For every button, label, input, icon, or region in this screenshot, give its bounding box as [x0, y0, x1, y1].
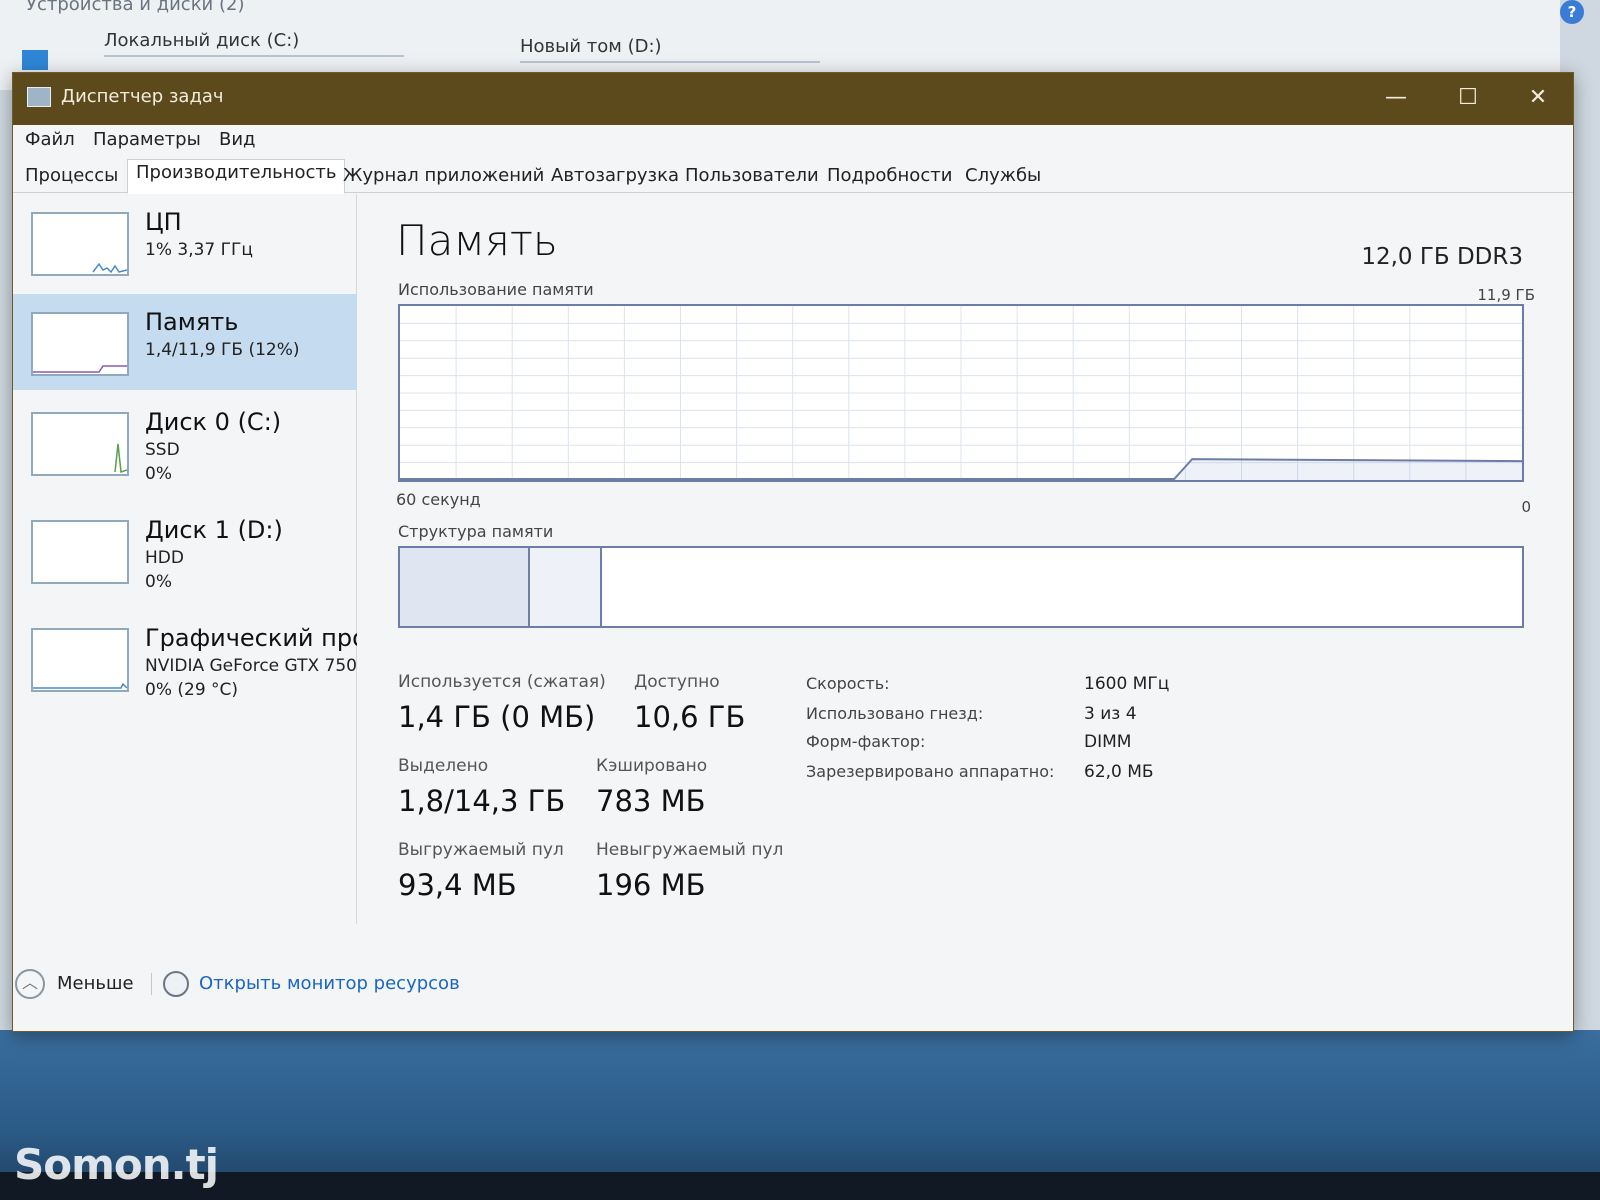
- usage-graph-label: Использование памяти: [398, 280, 594, 299]
- available-label: Доступно: [634, 672, 720, 692]
- sidebar-item-disk1[interactable]: Диск 1 (D:) HDD 0%: [13, 502, 357, 598]
- chevron-up-icon[interactable]: ︿: [15, 969, 45, 999]
- slots-label: Использовано гнезд:: [806, 704, 984, 723]
- menu-options[interactable]: Параметры: [93, 129, 201, 150]
- paged-pool-value: 93,4 МБ: [398, 868, 517, 902]
- windows-drive-icon: [22, 50, 48, 70]
- memory-usage-graph: [398, 304, 1524, 482]
- composition-in-use: [400, 548, 530, 626]
- page-title: Память: [396, 216, 558, 265]
- composition-standby: [530, 548, 602, 626]
- sidebar-item-memory[interactable]: Память 1,4/11,9 ГБ (12%): [13, 294, 357, 390]
- menu-bar: Файл Параметры Вид: [13, 125, 1573, 155]
- window-title: Диспетчер задач: [61, 86, 224, 107]
- title-bar[interactable]: Диспетчер задач — ☐ ✕: [13, 73, 1573, 125]
- resource-monitor-icon[interactable]: [163, 971, 189, 997]
- maximize-button[interactable]: ☐: [1443, 81, 1493, 115]
- disk0-thumbnail-graph: [31, 412, 129, 476]
- committed-value: 1,8/14,3 ГБ: [398, 784, 566, 818]
- cached-label: Кэшировано: [596, 756, 708, 776]
- memory-composition-bar: [398, 546, 1524, 628]
- memory-panel: Память 12,0 ГБ DDR3 Использование памяти…: [358, 194, 1573, 924]
- tab-startup[interactable]: Автозагрузка: [543, 163, 687, 193]
- sidebar-item-detail: HDD: [145, 548, 184, 568]
- sidebar-item-gpu[interactable]: Графический про NVIDIA GeForce GTX 750 0…: [13, 610, 357, 706]
- tab-details[interactable]: Подробности: [819, 163, 960, 193]
- sidebar-item-detail: SSD: [145, 440, 180, 460]
- drive-d-item[interactable]: Новый том (D:): [520, 36, 820, 63]
- available-value: 10,6 ГБ: [634, 700, 746, 734]
- drive-c-item[interactable]: Локальный диск (C:): [104, 30, 404, 57]
- sidebar-item-detail: 1,4/11,9 ГБ (12%): [145, 340, 300, 360]
- tab-app-history[interactable]: Журнал приложений: [335, 163, 552, 193]
- sidebar-item-usage: 0%: [145, 572, 172, 592]
- in-use-label: Используется (сжатая): [398, 672, 606, 692]
- sidebar-item-disk0[interactable]: Диск 0 (C:) SSD 0%: [13, 394, 357, 490]
- sidebar-item-label: ЦП: [145, 208, 182, 236]
- tab-performance[interactable]: Производительность: [127, 159, 346, 194]
- menu-file[interactable]: Файл: [25, 129, 75, 150]
- graph-time-label: 60 секунд: [396, 490, 481, 509]
- menu-view[interactable]: Вид: [219, 129, 256, 150]
- sidebar-item-detail: NVIDIA GeForce GTX 750: [145, 656, 357, 676]
- footer-bar: ︿ Меньше Открыть монитор ресурсов: [13, 963, 1573, 1013]
- close-button[interactable]: ✕: [1513, 81, 1563, 115]
- fewer-details-button[interactable]: Меньше: [57, 973, 134, 994]
- sidebar-item-label: Диск 0 (C:): [145, 408, 282, 436]
- footer-divider: [151, 973, 152, 995]
- slots-value: 3 из 4: [1084, 704, 1137, 724]
- sidebar-item-label: Диск 1 (D:): [145, 516, 283, 544]
- structure-label: Структура памяти: [398, 522, 554, 541]
- task-manager-icon: [27, 87, 51, 107]
- memory-type: 12,0 ГБ DDR3: [1361, 244, 1523, 270]
- tab-processes[interactable]: Процессы: [17, 163, 126, 193]
- taskbar: [0, 1172, 1600, 1200]
- in-use-value: 1,4 ГБ (0 МБ): [398, 700, 596, 734]
- cpu-thumbnail-graph: [31, 212, 129, 276]
- gpu-thumbnail-graph: [31, 628, 129, 692]
- minimize-button[interactable]: —: [1371, 81, 1421, 115]
- usage-area: [1174, 459, 1522, 480]
- devices-section-title: Устройства и диски (2): [26, 0, 245, 15]
- paged-pool-label: Выгружаемый пул: [398, 840, 564, 860]
- hardware-reserved-label: Зарезервировано аппаратно:: [806, 762, 1055, 781]
- tab-users[interactable]: Пользователи: [677, 163, 827, 193]
- open-resource-monitor-link[interactable]: Открыть монитор ресурсов: [199, 973, 460, 994]
- graph-zero-label: 0: [1521, 498, 1531, 516]
- disk1-thumbnail-graph: [31, 520, 129, 584]
- sidebar-item-usage: 0% (29 °C): [145, 680, 239, 700]
- tab-services[interactable]: Службы: [957, 163, 1049, 193]
- sidebar-item-detail: 1% 3,37 ГГц: [145, 240, 253, 260]
- form-factor-value: DIMM: [1084, 732, 1132, 752]
- nonpaged-pool-label: Невыгружаемый пул: [596, 840, 784, 860]
- nonpaged-pool-value: 196 МБ: [596, 868, 706, 902]
- committed-label: Выделено: [398, 756, 489, 776]
- performance-sidebar: ЦП 1% 3,37 ГГц Память 1,4/11,9 ГБ (12%) …: [13, 194, 357, 924]
- watermark-logo: Somon.tj: [14, 1140, 219, 1189]
- memory-thumbnail-graph: [31, 312, 129, 376]
- cached-value: 783 МБ: [596, 784, 706, 818]
- task-manager-window: Диспетчер задач — ☐ ✕ Файл Параметры Вид…: [12, 72, 1574, 1032]
- sidebar-item-usage: 0%: [145, 464, 172, 484]
- help-icon[interactable]: ?: [1560, 0, 1584, 24]
- speed-label: Скорость:: [806, 674, 890, 693]
- hardware-reserved-value: 62,0 МБ: [1084, 762, 1154, 782]
- sidebar-item-label: Графический про: [145, 624, 357, 652]
- sidebar-item-label: Память: [145, 308, 239, 336]
- tab-bar: Процессы Производительность Журнал прило…: [13, 155, 1573, 194]
- sidebar-item-cpu[interactable]: ЦП 1% 3,37 ГГц: [13, 194, 357, 290]
- form-factor-label: Форм-фактор:: [806, 732, 926, 751]
- usage-graph-max: 11,9 ГБ: [1477, 286, 1535, 304]
- speed-value: 1600 МГц: [1084, 674, 1170, 694]
